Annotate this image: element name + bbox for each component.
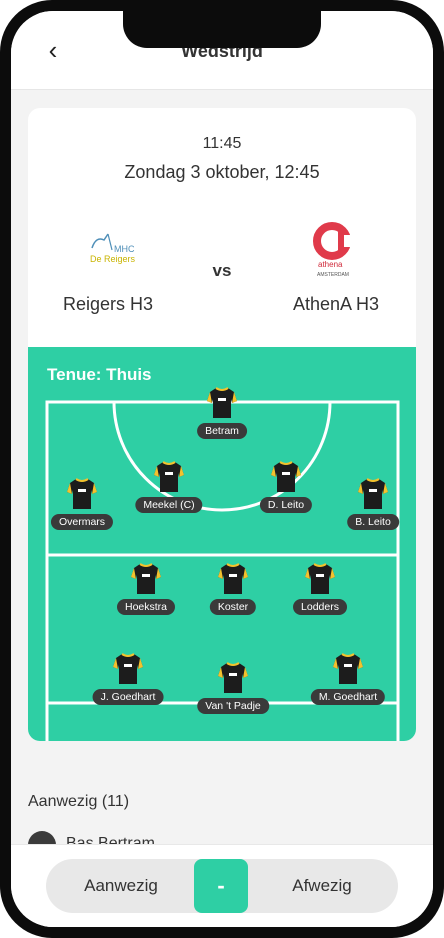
shirt-icon (271, 461, 301, 492)
shirt-icon (154, 461, 184, 492)
shirt-icon (358, 478, 388, 509)
app-screen: ‹ Wedstrijd 11:45 Zondag 3 oktober, 12:4… (11, 11, 433, 927)
shirt-icon (305, 563, 335, 594)
player-name-badge: Van 't Padje (197, 698, 269, 714)
shirt-icon (113, 653, 143, 684)
player-m-goedhart[interactable]: M. Goedhart (298, 653, 398, 713)
player-hoekstra[interactable]: Hoekstra (96, 563, 196, 623)
player-name-badge: Lodders (293, 599, 347, 615)
tenue-label: Tenue: Thuis (47, 365, 152, 384)
player-name-badge: D. Leito (259, 497, 313, 513)
absent-button[interactable]: Afwezig (246, 859, 398, 913)
player-overmars[interactable]: Overmars (32, 478, 132, 538)
player-j-goedhart[interactable]: J. Goedhart (78, 653, 178, 713)
player-van-t-padje[interactable]: Van 't Padje (183, 662, 283, 722)
player-name-badge: Koster (209, 599, 257, 615)
match-meet-time: 11:45 (202, 135, 242, 152)
player-name-badge: Overmars (50, 514, 114, 530)
shirt-icon (131, 563, 161, 594)
shirt-icon (218, 662, 248, 693)
home-logo-text-top: MHC (114, 244, 135, 254)
player-meekel[interactable]: Meekel (C) (119, 461, 219, 521)
player-betram[interactable]: Betram (172, 387, 272, 447)
player-name-badge: Betram (197, 423, 247, 439)
device-notch (123, 11, 321, 48)
neutral-button[interactable]: - (194, 859, 248, 913)
player-b-leito[interactable]: B. Leito (323, 478, 416, 538)
player-name-badge: Hoekstra (116, 599, 176, 615)
shirt-icon (207, 387, 237, 418)
lineup-field: Tenue: Thuis Betram Overmars Meekel (C) D. … (28, 347, 416, 741)
away-team-name: AthenA H3 (292, 294, 380, 314)
player-lodders[interactable]: Lodders (270, 563, 370, 623)
away-logo-text-top: athena (318, 260, 343, 269)
home-team-name: Reigers H3 (62, 294, 154, 314)
player-koster[interactable]: Koster (183, 563, 283, 623)
present-button[interactable]: Aanwezig (46, 859, 196, 913)
player-d-leito[interactable]: D. Leito (236, 461, 336, 521)
attendance-title: Aanwezig (11) (28, 793, 130, 810)
away-team-logo: athena AMSTERDAM (313, 222, 352, 278)
player-name-badge: Meekel (C) (135, 497, 203, 513)
player-name-badge: B. Leito (347, 514, 399, 530)
match-card: 11:45 Zondag 3 oktober, 12:45 MHC De Rei… (28, 108, 416, 741)
away-logo-text-bottom: AMSTERDAM (317, 272, 349, 278)
player-name-badge: M. Goedhart (310, 689, 386, 705)
shirt-icon (67, 478, 97, 509)
match-date: Zondag 3 oktober, 12:45 (124, 162, 320, 182)
phone-frame: ‹ Wedstrijd 11:45 Zondag 3 oktober, 12:4… (0, 0, 444, 938)
shirt-icon (218, 563, 248, 594)
player-name-badge: J. Goedhart (92, 689, 164, 705)
attendance-toggle: Aanwezig - Afwezig (46, 859, 398, 913)
attendance-actions-bar: Aanwezig - Afwezig (11, 844, 433, 927)
shirt-icon (333, 653, 363, 684)
